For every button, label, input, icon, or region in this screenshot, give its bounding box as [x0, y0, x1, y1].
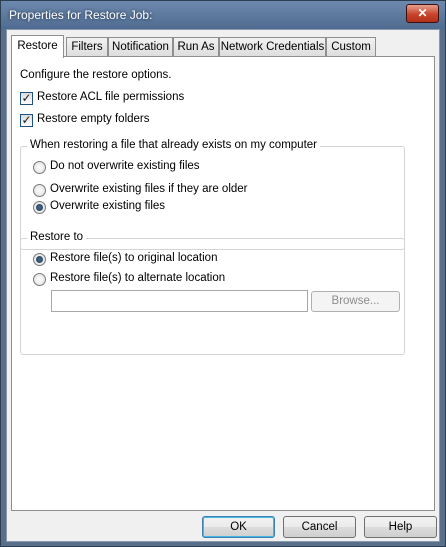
title-bar[interactable]: Properties for Restore Job: ✕	[1, 1, 445, 29]
do-not-overwrite-radio[interactable]	[33, 161, 46, 174]
help-button[interactable]: Help	[364, 516, 437, 538]
tab-network-credentials[interactable]: Network Credentials	[219, 37, 326, 57]
overwrite-if-older-label: Overwrite existing files if they are old…	[50, 183, 248, 195]
tab-notification[interactable]: Notification	[108, 37, 173, 57]
cancel-button[interactable]: Cancel	[283, 516, 356, 538]
alternate-location-radio[interactable]	[33, 273, 46, 286]
alternate-location-label: Restore file(s) to alternate location	[50, 272, 226, 284]
check-icon: ✓	[21, 91, 32, 105]
dialog-client-area: Restore Filters Notification Run As Netw…	[6, 29, 440, 542]
alternate-location-path-input[interactable]	[51, 290, 308, 312]
tab-filters[interactable]: Filters	[66, 37, 108, 57]
close-icon: ✕	[417, 6, 428, 20]
tab-custom[interactable]: Custom	[326, 37, 376, 57]
check-icon: ✓	[21, 113, 32, 127]
restore-empty-folders-label: Restore empty folders	[37, 113, 150, 125]
window-title: Properties for Restore Job:	[9, 8, 153, 22]
original-location-label: Restore file(s) to original location	[50, 252, 218, 264]
close-button[interactable]: ✕	[406, 4, 439, 23]
overwrite-if-older-radio[interactable]	[33, 184, 46, 197]
ok-button[interactable]: OK	[202, 516, 275, 538]
existing-files-group-title: When restoring a file that already exist…	[27, 139, 320, 151]
intro-text: Configure the restore options.	[20, 69, 172, 81]
restore-acl-label: Restore ACL file permissions	[37, 91, 185, 103]
restore-to-group-title: Restore to	[27, 231, 87, 243]
do-not-overwrite-label: Do not overwrite existing files	[50, 160, 200, 172]
restore-empty-folders-checkbox[interactable]: ✓	[20, 114, 33, 127]
browse-button[interactable]: Browse...	[311, 291, 400, 312]
restore-to-group: Restore to Restore file(s) to original l…	[20, 231, 405, 355]
restore-acl-checkbox[interactable]: ✓	[20, 92, 33, 105]
overwrite-radio[interactable]	[33, 201, 46, 214]
overwrite-label: Overwrite existing files	[50, 200, 166, 212]
properties-dialog: Properties for Restore Job: ✕ Restore Fi…	[0, 0, 446, 547]
original-location-radio[interactable]	[33, 253, 46, 266]
restore-tab-panel: Configure the restore options. ✓ Restore…	[11, 56, 435, 511]
tab-run-as[interactable]: Run As	[173, 37, 219, 57]
tab-restore[interactable]: Restore	[11, 35, 64, 58]
